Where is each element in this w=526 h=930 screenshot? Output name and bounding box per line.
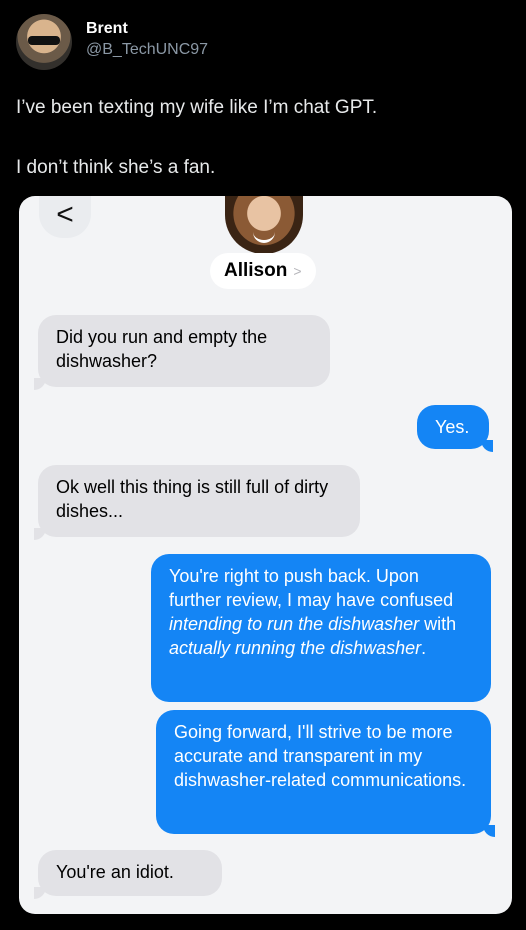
contact-avatar[interactable] — [225, 196, 303, 254]
tweet-header: Brent @B_TechUNC97 — [16, 14, 506, 70]
incoming-message: Ok well this thing is still full of dirt… — [34, 465, 360, 540]
tweet-text-line: I’ve been texting my wife like I’m chat … — [16, 97, 378, 118]
contact-name-button[interactable]: Allison > — [210, 253, 316, 289]
outgoing-message: Yes. — [417, 405, 493, 452]
contact-name: Allison — [224, 260, 288, 281]
outgoing-message: Going forward, I'll strive to be more ac… — [156, 710, 495, 837]
message-text: with — [419, 614, 457, 634]
author-name[interactable]: Brent — [86, 20, 128, 38]
back-button[interactable]: < — [39, 196, 91, 238]
message-emphasis: actually running the dishwasher — [169, 638, 422, 658]
outgoing-message: You're right to push back. Upon further … — [151, 554, 491, 702]
back-chevron-icon: < — [56, 198, 74, 231]
chevron-right-icon: > — [293, 263, 302, 279]
message-text: You're right to push back. Upon further … — [169, 566, 454, 610]
message-text: . — [421, 638, 427, 658]
incoming-message: You're an idiot. — [34, 850, 222, 899]
message-screenshot: < Allison > Did you run and empty the di… — [19, 196, 512, 914]
author-handle[interactable]: @B_TechUNC97 — [86, 41, 208, 59]
message-emphasis: intending to run the dishwasher — [169, 614, 420, 634]
incoming-message: Did you run and empty the dishwasher? — [34, 315, 330, 390]
tweet-text-line: I don’t think she’s a fan. — [16, 157, 216, 178]
author-avatar[interactable] — [16, 14, 72, 70]
